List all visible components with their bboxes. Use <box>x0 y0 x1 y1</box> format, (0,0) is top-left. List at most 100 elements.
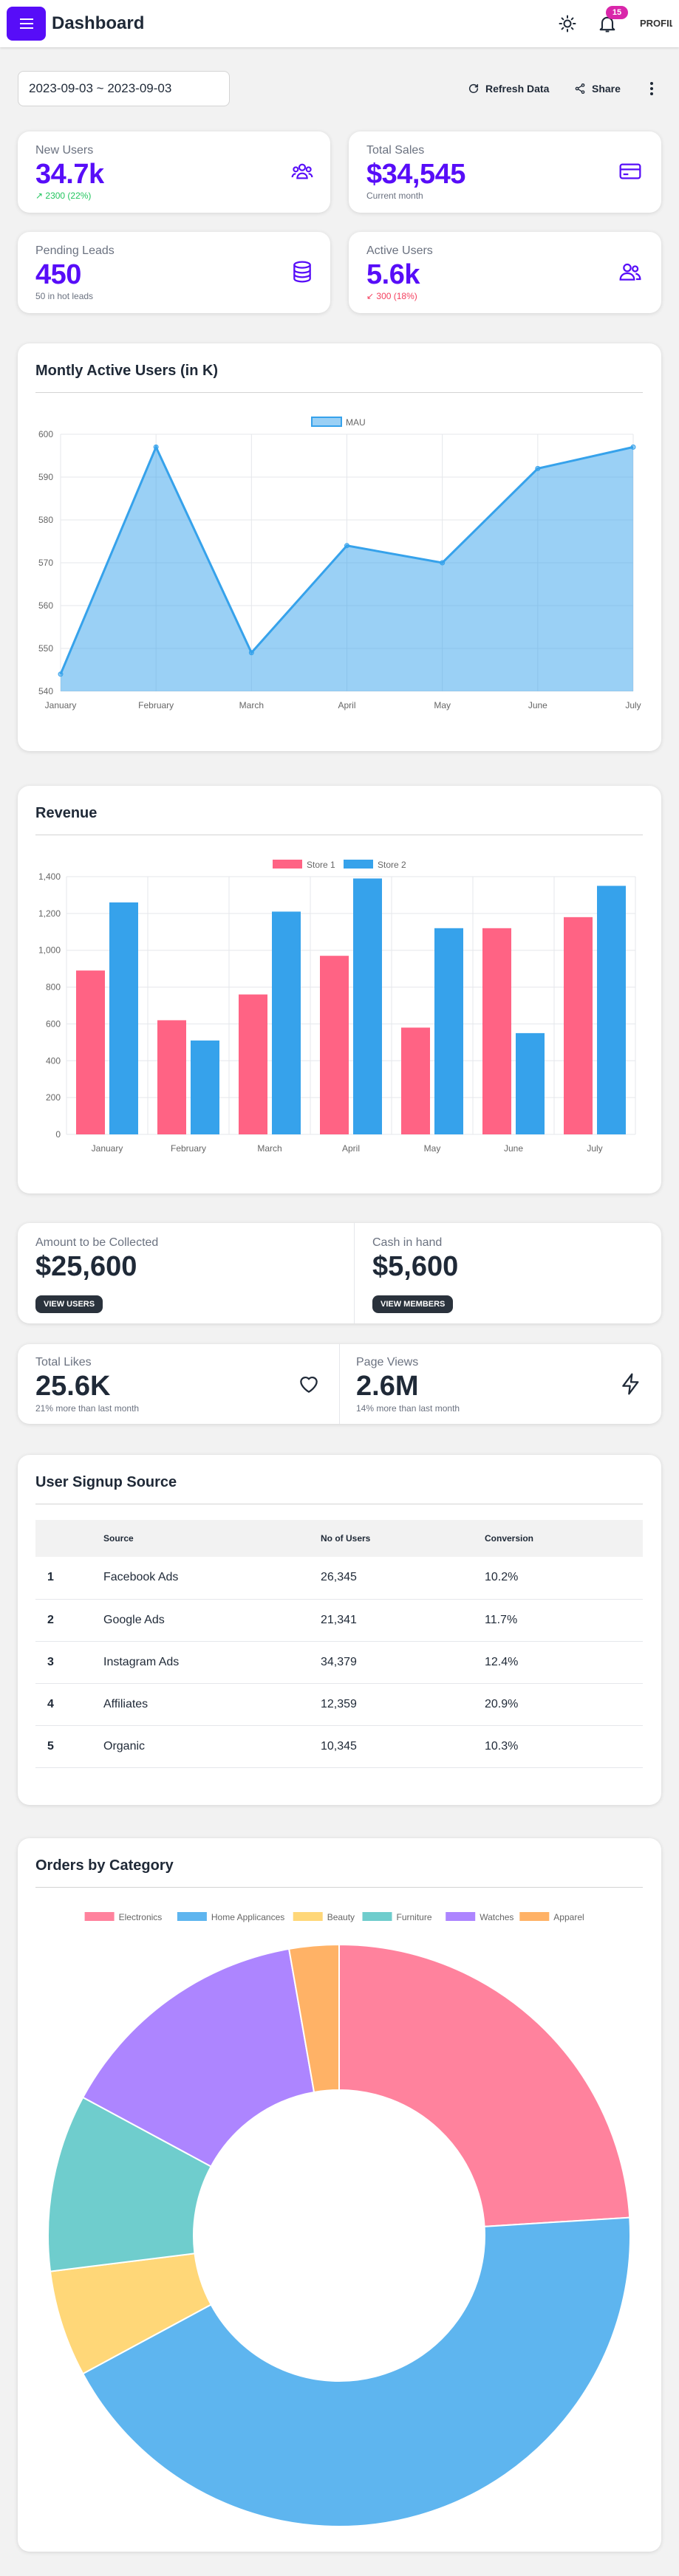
more-options-icon[interactable] <box>643 74 661 103</box>
table-row: 3 Instagram Ads 34,379 12.4% <box>35 1641 643 1684</box>
lightning-bolt-icon <box>622 1373 639 1395</box>
legend-swatch-home-applicances <box>177 1912 207 1921</box>
bar-store-2 <box>109 902 138 1134</box>
share-label: Share <box>592 83 621 95</box>
engagement-stats-card: Total Likes 25.6K 21% more than last mon… <box>18 1344 661 1424</box>
heart-icon <box>300 1376 318 1393</box>
divider <box>354 1223 355 1323</box>
views-title: Page Views <box>356 1356 419 1368</box>
refresh-data-button[interactable]: Refresh Data <box>468 74 549 103</box>
x-tick-label: February <box>138 700 174 710</box>
x-tick-label: January <box>45 700 77 710</box>
bar-store-2 <box>516 1032 545 1134</box>
legend-label-electronics: Electronics <box>119 1912 163 1922</box>
profile-avatar[interactable]: PROFILE <box>640 10 672 37</box>
x-tick-label: June <box>528 700 547 710</box>
table-header-row: Source No of Users Conversion <box>35 1520 643 1557</box>
credit-card-icon <box>619 163 641 179</box>
users-cell: 12,359 <box>321 1683 485 1726</box>
table-header <box>35 1520 103 1557</box>
date-range-input[interactable]: 2023-09-03 ~ 2023-09-03 <box>18 71 230 106</box>
bar-store-2 <box>353 878 382 1134</box>
mau-data-point <box>440 560 446 566</box>
orders-by-category-card: Orders by Category Electronics Home Appli… <box>18 1838 661 2552</box>
signup-source-table: Source No of Users Conversion 1 Facebook… <box>35 1520 643 1768</box>
users-cell: 34,379 <box>321 1641 485 1684</box>
row-number: 2 <box>35 1599 103 1642</box>
row-number: 4 <box>35 1683 103 1726</box>
legend-swatch-watches <box>446 1912 476 1921</box>
stat-title: Total Sales <box>366 144 425 157</box>
sun-icon[interactable] <box>559 15 576 32</box>
x-tick-label: January <box>92 1143 123 1154</box>
mau-data-point <box>344 543 349 549</box>
row-number: 5 <box>35 1725 103 1768</box>
source-cell: Affiliates <box>103 1683 321 1726</box>
y-tick-label: 200 <box>46 1092 61 1103</box>
collection-stats-card: Amount to be Collected $25,600 VIEW USER… <box>18 1223 661 1323</box>
y-tick-label: 800 <box>46 982 61 993</box>
database-icon <box>293 261 311 283</box>
x-tick-label: March <box>257 1143 282 1154</box>
users-icon <box>619 263 641 281</box>
stat-card-new-users: New Users 34.7k ↗︎ 2300 (22%) <box>18 131 330 213</box>
notification-badge: 15 <box>606 6 628 19</box>
y-tick-label: 400 <box>46 1055 61 1066</box>
stat-title: New Users <box>35 144 94 157</box>
conversion-cell: 10.2% <box>485 1557 643 1600</box>
signup-source-card: User Signup Source Source No of Users Co… <box>18 1455 661 1805</box>
signup-table-title: User Signup Source <box>35 1474 177 1490</box>
bar-store-1 <box>157 1020 186 1134</box>
view-members-button[interactable]: VIEW MEMBERS <box>372 1295 454 1313</box>
x-tick-label: July <box>587 1143 602 1154</box>
y-tick-label: 1,200 <box>38 908 61 919</box>
y-tick-label: 570 <box>38 558 53 568</box>
legend-label-apparel: Apparel <box>553 1912 584 1922</box>
legend-label-store-2: Store 2 <box>378 860 406 870</box>
stat-value: $34,545 <box>366 159 465 190</box>
source-cell: Instagram Ads <box>103 1641 321 1684</box>
users-cell: 21,341 <box>321 1599 485 1642</box>
table-header: Conversion <box>485 1520 643 1557</box>
share-icon <box>575 83 585 94</box>
row-number: 1 <box>35 1557 103 1600</box>
mau-chart-card: Montly Active Users (in K) 540 550 560 570 5… <box>18 343 661 751</box>
mau-data-point <box>535 465 541 471</box>
bar-store-1 <box>320 956 349 1134</box>
cash-value: $5,600 <box>372 1251 459 1282</box>
y-tick-label: 0 <box>55 1129 61 1140</box>
legend-label-furniture: Furniture <box>397 1912 432 1922</box>
source-cell: Facebook Ads <box>103 1557 321 1600</box>
revenue-bar-chart: 0 200 400 600 800 1,000 1,200 1,400 January Febru… <box>38 860 636 1154</box>
x-tick-label: February <box>171 1143 206 1154</box>
stat-value: 34.7k <box>35 159 104 190</box>
users-group-icon <box>291 163 313 179</box>
conversion-cell: 12.4% <box>485 1641 643 1684</box>
bar-store-1 <box>76 970 105 1134</box>
mau-area-chart: 540 550 560 570 580 590 600 January February Marc… <box>38 417 641 710</box>
stat-card-pending-leads: Pending Leads 450 50 in hot leads <box>18 232 330 313</box>
legend-swatch-electronics <box>84 1912 115 1921</box>
stat-desc: ↙ 300 (18%) <box>366 291 417 301</box>
legend-label-home-applicances: Home Applicances <box>211 1912 284 1922</box>
table-row: 1 Facebook Ads 26,345 10.2% <box>35 1557 643 1600</box>
users-cell: 26,345 <box>321 1557 485 1600</box>
y-tick-label: 580 <box>38 515 53 525</box>
row-number: 3 <box>35 1641 103 1684</box>
refresh-icon <box>468 83 479 93</box>
menu-button[interactable] <box>7 7 46 41</box>
legend-swatch-apparel <box>519 1912 550 1921</box>
x-tick-label: March <box>239 700 264 710</box>
legend-label-beauty: Beauty <box>327 1912 355 1922</box>
likes-title: Total Likes <box>35 1356 92 1368</box>
collected-value: $25,600 <box>35 1251 137 1282</box>
table-header: No of Users <box>321 1520 485 1557</box>
bar-store-2 <box>191 1040 219 1134</box>
slice-electronics <box>338 1943 631 2227</box>
view-users-button[interactable]: VIEW USERS <box>35 1295 103 1313</box>
stat-card-active-users: Active Users 5.6k ↙ 300 (18%) <box>349 232 661 313</box>
hamburger-icon <box>19 18 33 29</box>
stat-desc: Current month <box>366 191 423 201</box>
stat-desc: 50 in hot leads <box>35 291 94 301</box>
share-button[interactable]: Share <box>574 74 621 103</box>
